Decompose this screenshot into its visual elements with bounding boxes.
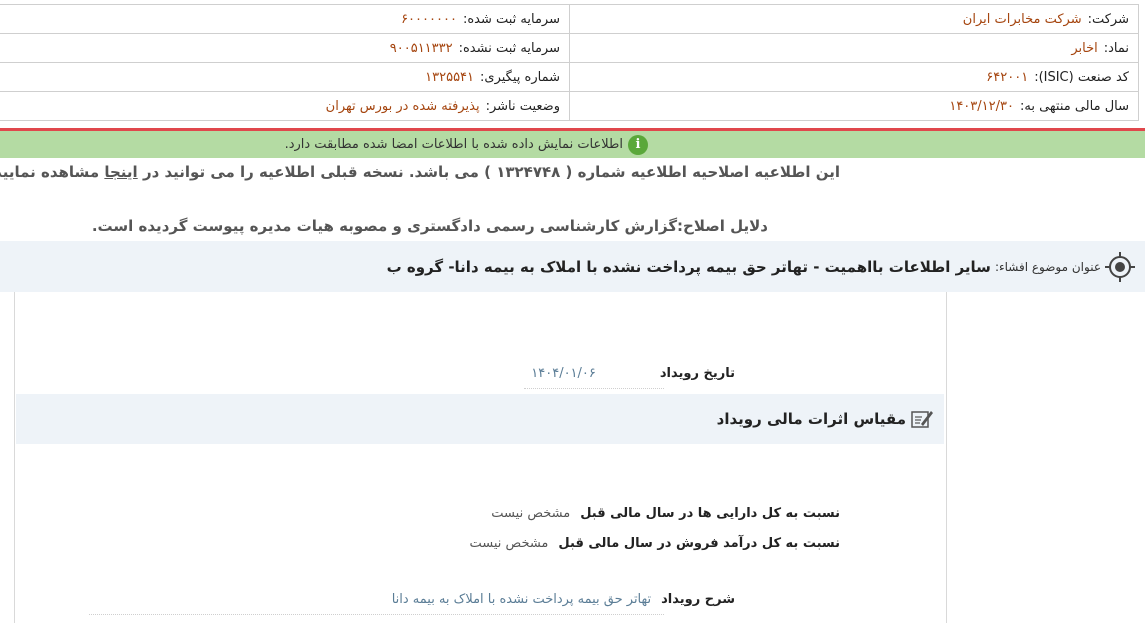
info-row: کد صنعت (ISIC): ۶۴۲۰۰۱ شماره پیگیری: ۱۳۲… (0, 63, 1140, 92)
fiscal-year-value: ۱۴۰۳/۱۲/۳۰ (950, 99, 1015, 114)
section-title: مقیاس اثرات مالی رویداد (717, 410, 907, 428)
info-row: سال مالی منتهی به: ۱۴۰۳/۱۲/۳۰ وضعیت ناشر… (0, 92, 1140, 121)
content-panel (15, 292, 948, 623)
ratio-assets-value: مشخص نیست (492, 506, 572, 521)
ratio-revenue-label: نسبت به کل درآمد فروش در سال مالی قبل (559, 536, 841, 551)
ratio-assets-field: نسبت به کل دارایی ها در سال مالی قبل مشخ… (492, 506, 841, 521)
correction-text-after: مشاهده نمایید (0, 163, 101, 181)
publisher-status-label: وضعیت ناشر: (486, 99, 561, 114)
event-date-field: تاریخ رویداد ۱۴۰۴/۰۱/۰۶ (532, 366, 736, 381)
company-label: شرکت: (1088, 12, 1130, 27)
unregistered-capital-value: ۹۰۰۵۱۱۳۳۲ (390, 41, 454, 56)
unregistered-capital-label: سرمایه ثبت نشده: (459, 41, 561, 56)
ratio-revenue-field: نسبت به کل درآمد فروش در سال مالی قبل مش… (470, 536, 841, 551)
ratio-assets-label: نسبت به کل دارایی ها در سال مالی قبل (581, 506, 841, 521)
notice-text: اطلاعات نمایش داده شده با اطلاعات امضا ش… (285, 137, 624, 152)
symbol-value[interactable]: اخابر (1072, 41, 1098, 56)
correction-text-before: این اطلاعیه اصلاحیه اطلاعیه شماره ( ۱۳۲۴… (143, 163, 841, 181)
info-row: نماد: اخابر سرمایه ثبت نشده: ۹۰۰۵۱۱۳۳۲ (0, 34, 1140, 63)
fiscal-year-cell: سال مالی منتهی به: ۱۴۰۳/۱۲/۳۰ (570, 92, 1140, 121)
event-description-field: شرح رویداد تهاتر حق بیمه پرداخت نشده با … (393, 592, 736, 607)
tracking-number-label: شماره پیگیری: (481, 70, 561, 85)
symbol-label: نماد: (1104, 41, 1130, 56)
tracking-number-value: ۱۳۲۵۵۴۱ (426, 70, 476, 85)
info-icon: i (629, 134, 649, 155)
subject-label: عنوان موضوع افشاء: (995, 259, 1102, 274)
ratio-revenue-value: مشخص نیست (470, 536, 550, 551)
registered-capital-label: سرمایه ثبت شده: (463, 12, 561, 27)
publisher-status-value: پذیرفته شده در بورس تهران (326, 99, 481, 114)
info-row: شرکت: شرکت مخابرات ایران سرمایه ثبت شده:… (0, 5, 1140, 34)
event-description-label: شرح رویداد (662, 592, 736, 607)
publisher-status-cell: وضعیت ناشر: پذیرفته شده در بورس تهران (0, 92, 570, 121)
isic-value: ۶۴۲۰۰۱ (987, 70, 1030, 85)
verification-notice: i اطلاعات نمایش داده شده با اطلاعات امضا… (0, 131, 1146, 158)
event-date-value: ۱۴۰۴/۰۱/۰۶ (532, 366, 597, 381)
symbol-cell: نماد: اخابر (570, 34, 1140, 63)
company-value[interactable]: شرکت مخابرات ایران (964, 12, 1083, 27)
tracking-number-cell: شماره پیگیری: ۱۳۲۵۵۴۱ (0, 63, 570, 92)
company-info-table: شرکت: شرکت مخابرات ایران سرمایه ثبت شده:… (0, 4, 1140, 121)
subject-value: سایر اطلاعات بااهمیت - تهاتر حق بیمه پرد… (387, 257, 992, 276)
correction-note: این اطلاعیه اصلاحیه اطلاعیه شماره ( ۱۳۲۴… (0, 163, 841, 181)
registered-capital-cell: سرمایه ثبت شده: ۶۰۰۰۰۰۰۰ (0, 5, 570, 34)
financial-impact-section: مقیاس اثرات مالی رویداد (17, 394, 945, 444)
isic-cell: کد صنعت (ISIC): ۶۴۲۰۰۱ (570, 63, 1140, 92)
target-icon (1106, 251, 1136, 282)
event-description-value: تهاتر حق بیمه پرداخت نشده با املاک به بی… (392, 592, 653, 607)
company-cell: شرکت: شرکت مخابرات ایران (570, 5, 1140, 34)
event-date-label: تاریخ رویداد (660, 366, 736, 381)
event-description-underline (90, 614, 665, 615)
correction-reasons: دلایل اصلاح:گزارش کارشناسی رسمی دادگستری… (92, 217, 769, 235)
fiscal-year-label: سال مالی منتهی به: (1020, 99, 1130, 114)
event-date-underline (525, 388, 665, 389)
isic-label: کد صنعت (ISIC): (1035, 70, 1130, 85)
subject-bar: عنوان موضوع افشاء: سایر اطلاعات بااهمیت … (0, 241, 1146, 292)
unregistered-capital-cell: سرمایه ثبت نشده: ۹۰۰۵۱۱۳۳۲ (0, 34, 570, 63)
previous-version-link[interactable]: اینجا (105, 163, 138, 181)
registered-capital-value: ۶۰۰۰۰۰۰۰ (402, 12, 458, 27)
pencil-icon (912, 411, 934, 428)
